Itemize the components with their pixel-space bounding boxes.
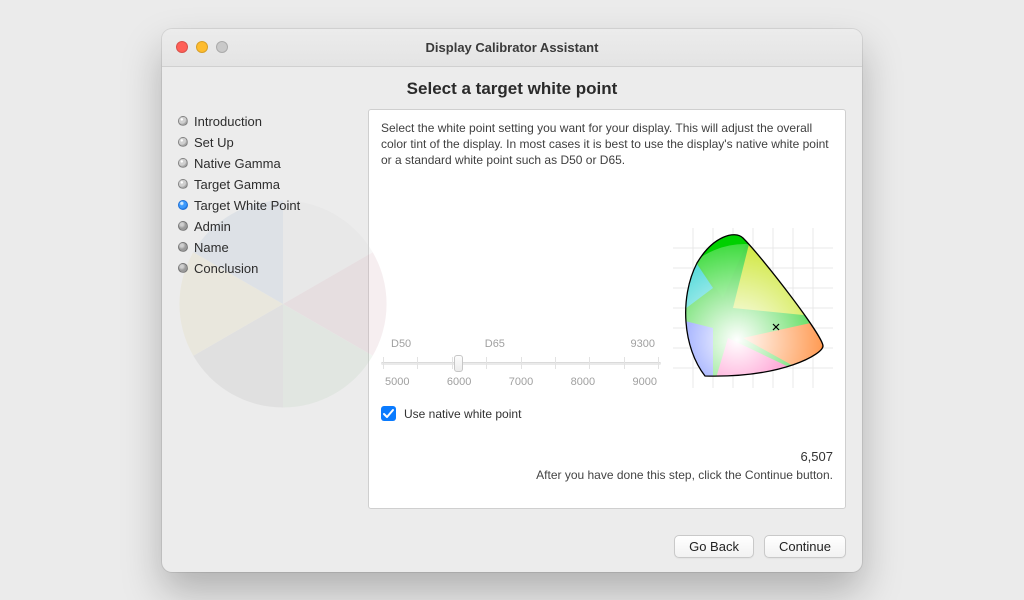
step-label: Name xyxy=(194,240,229,255)
preset-d50: D50 xyxy=(391,338,411,350)
whitepoint-value: 6,507 xyxy=(381,449,833,464)
step-dot-icon xyxy=(178,221,188,231)
whitepoint-slider[interactable]: D50 D65 9300 5000 xyxy=(381,338,661,388)
main-panel: Select the white point setting you want … xyxy=(368,109,846,509)
titlebar[interactable]: Display Calibrator Assistant xyxy=(162,29,862,67)
checkbox-label: Use native white point xyxy=(404,407,521,421)
step-dot-icon xyxy=(178,137,188,147)
step-dot-icon xyxy=(178,158,188,168)
step-label: Target Gamma xyxy=(194,177,280,192)
step-label: Target White Point xyxy=(194,198,300,213)
preset-d65: D65 xyxy=(485,338,505,350)
sidebar-item-native-gamma: Native Gamma xyxy=(178,153,368,174)
step-dot-icon xyxy=(178,179,188,189)
slider-ticks xyxy=(381,353,661,373)
tick-5000: 5000 xyxy=(385,376,409,388)
tick-9000: 9000 xyxy=(633,376,657,388)
sidebar-item-conclusion: Conclusion xyxy=(178,258,368,279)
sidebar-item-target-white-point: Target White Point xyxy=(178,195,368,216)
sidebar-item-introduction: Introduction xyxy=(178,111,368,132)
window-body: Select a target white point Introduction xyxy=(162,67,862,523)
step-label: Admin xyxy=(194,219,231,234)
slider-track[interactable] xyxy=(381,353,661,373)
native-whitepoint-checkbox[interactable]: Use native white point xyxy=(381,406,833,421)
steps-list: Introduction Set Up Native Gamma Target … xyxy=(178,111,368,279)
go-back-button[interactable]: Go Back xyxy=(674,535,754,558)
steps-sidebar: Introduction Set Up Native Gamma Target … xyxy=(178,109,368,509)
calibrator-window: Display Calibrator Assistant Select a ta… xyxy=(162,29,862,572)
tick-8000: 8000 xyxy=(571,376,595,388)
step-dot-icon xyxy=(178,200,188,210)
slider-preset-labels: D50 D65 9300 xyxy=(381,338,661,350)
page-title: Select a target white point xyxy=(178,79,846,99)
sidebar-item-name: Name xyxy=(178,237,368,258)
step-label: Set Up xyxy=(194,135,234,150)
continue-button[interactable]: Continue xyxy=(764,535,846,558)
step-label: Native Gamma xyxy=(194,156,281,171)
step-label: Conclusion xyxy=(194,261,258,276)
checkbox-icon[interactable] xyxy=(381,406,396,421)
sidebar-item-target-gamma: Target Gamma xyxy=(178,174,368,195)
step-label: Introduction xyxy=(194,114,262,129)
slider-gamut-row: D50 D65 9300 5000 xyxy=(381,228,833,388)
footer: Go Back Continue xyxy=(162,523,862,572)
slider-tick-labels: 5000 6000 7000 8000 9000 xyxy=(381,376,661,388)
step-dot-icon xyxy=(178,116,188,126)
description-text: Select the white point setting you want … xyxy=(381,120,833,169)
tick-7000: 7000 xyxy=(509,376,533,388)
instruction-text: After you have done this step, click the… xyxy=(381,468,833,482)
content-columns: Introduction Set Up Native Gamma Target … xyxy=(178,109,846,509)
sidebar-item-setup: Set Up xyxy=(178,132,368,153)
preset-9300: 9300 xyxy=(631,338,655,350)
tick-6000: 6000 xyxy=(447,376,471,388)
slider-thumb[interactable] xyxy=(454,355,463,372)
sidebar-item-admin: Admin xyxy=(178,216,368,237)
window-title: Display Calibrator Assistant xyxy=(162,40,862,55)
cie-gamut-diagram-icon xyxy=(673,228,833,388)
step-dot-icon xyxy=(178,263,188,273)
step-dot-icon xyxy=(178,242,188,252)
